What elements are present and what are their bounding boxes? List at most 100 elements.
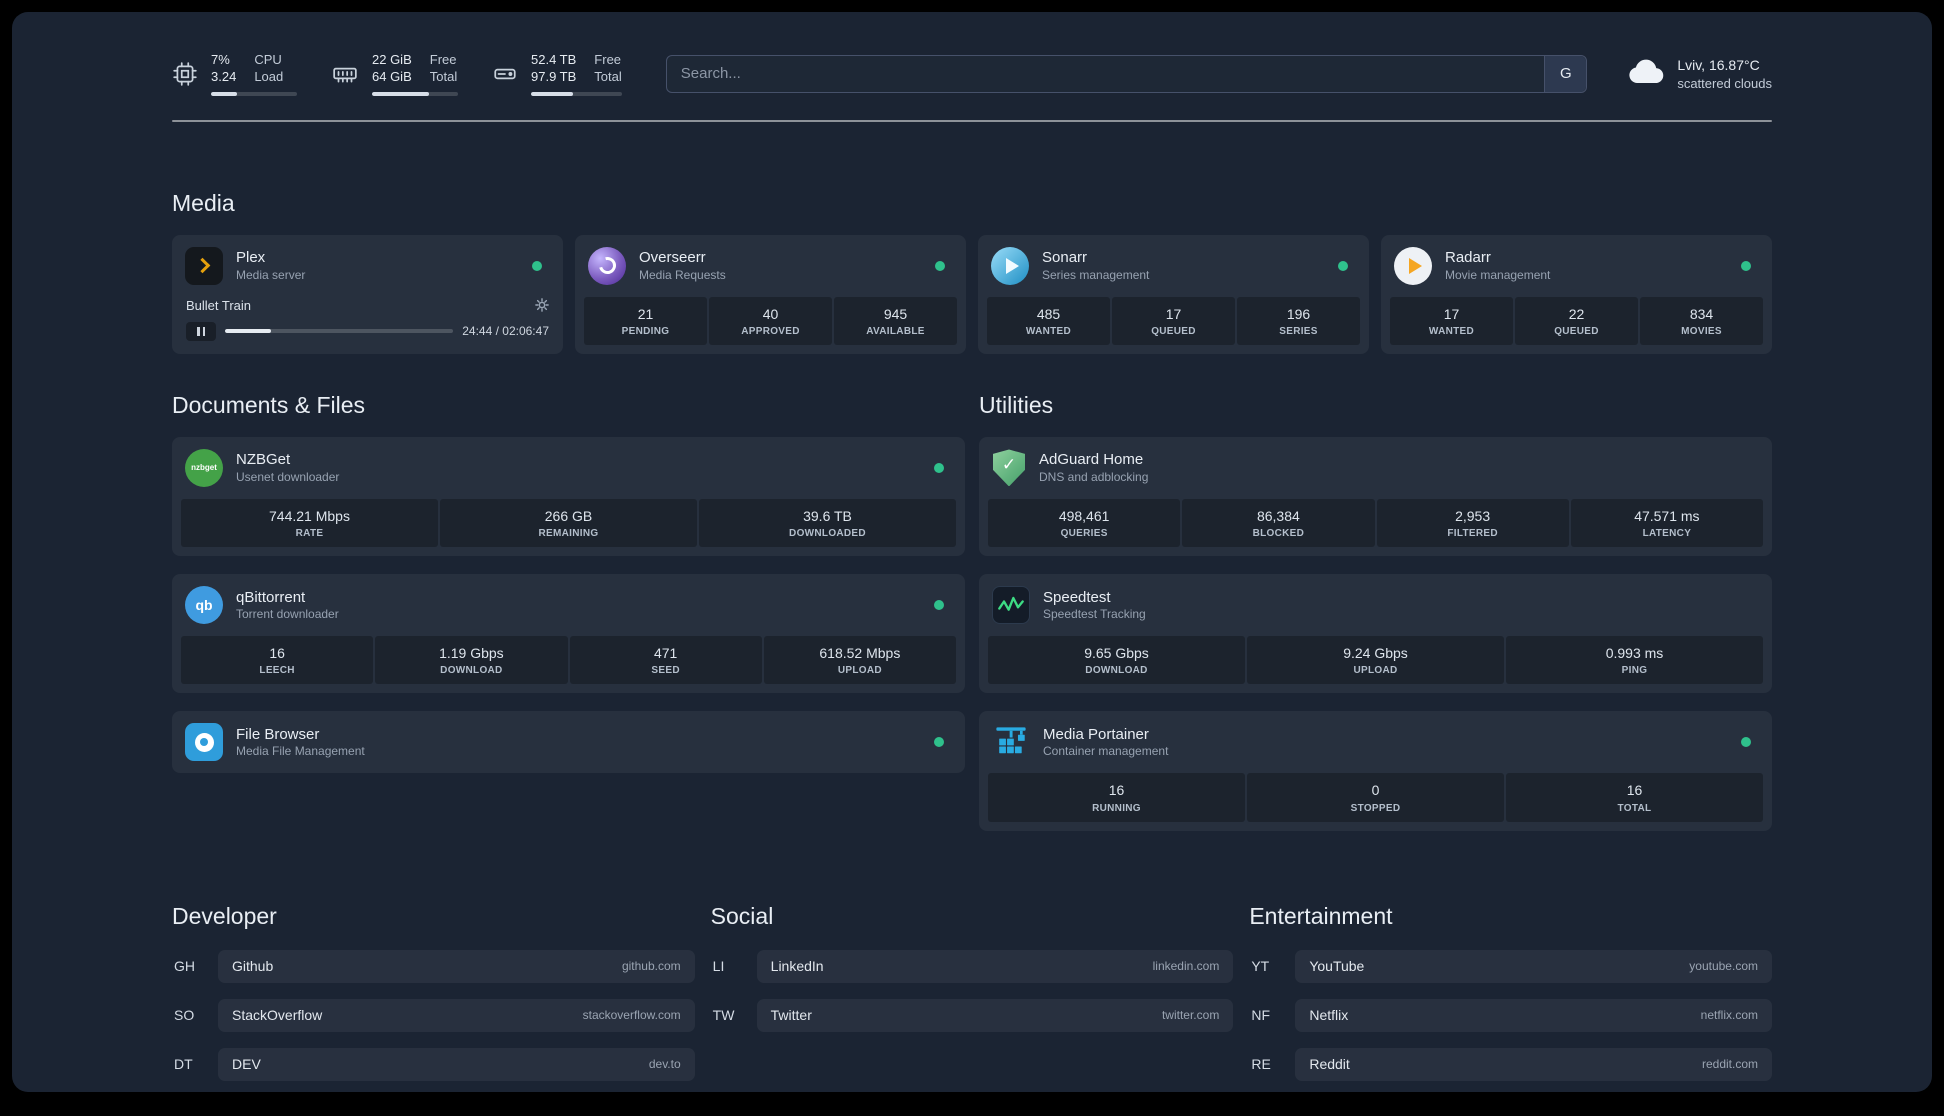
memory-widget: 22 GiB 64 GiB Free Total xyxy=(331,52,458,96)
bookmark-reddit: RE Reddit reddit.com xyxy=(1249,1047,1772,1081)
service-subtitle: Container management xyxy=(1043,744,1169,759)
stat-upload: 618.52 Mbps UPLOAD xyxy=(763,636,956,685)
bookmark-link[interactable]: LinkedIn linkedin.com xyxy=(756,949,1234,983)
stat-pending: 21 PENDING xyxy=(584,296,707,345)
service-card-plex[interactable]: Plex Media server Bullet Train 24:44 / 0… xyxy=(172,234,563,354)
bookmark-link[interactable]: Reddit reddit.com xyxy=(1295,1047,1772,1081)
status-dot xyxy=(1741,260,1751,271)
status-dot xyxy=(934,600,944,611)
homepage-dashboard: 7% 3.24 CPU Load 22 GiB 64 GiB Free Tota… xyxy=(12,12,1932,1092)
status-dot xyxy=(532,260,542,271)
disk-free-label: Free xyxy=(594,52,622,67)
memory-total-label: Total xyxy=(429,68,458,84)
playback-progress-bar[interactable] xyxy=(225,329,454,334)
service-card-sonarr[interactable]: Sonarr Series management 485 WANTED 17 Q… xyxy=(978,234,1369,354)
service-subtitle: Series management xyxy=(1042,267,1150,282)
status-dot xyxy=(1338,260,1348,271)
service-name: Plex xyxy=(236,249,266,267)
bookmark-abbr: SO xyxy=(174,1007,195,1024)
cpu-usage-value: 7% xyxy=(211,52,230,67)
search-provider-button[interactable]: G xyxy=(1544,55,1587,92)
bookmark-link[interactable]: Github github.com xyxy=(218,949,695,983)
service-card-portainer[interactable]: Media Portainer Container management 16 … xyxy=(979,711,1772,831)
weather-location: Lviv, 16.87°C xyxy=(1677,56,1760,73)
service-card-nzbget[interactable]: nzbget NZBGet Usenet downloader 744.21 M… xyxy=(172,436,965,557)
stat-download: 9.65 Gbps DOWNLOAD xyxy=(988,636,1245,685)
memory-progress-bar xyxy=(372,91,458,96)
plex-icon xyxy=(185,246,223,285)
bookmark-abbr: LI xyxy=(712,958,725,975)
search-input[interactable] xyxy=(665,54,1588,93)
service-card-adguard[interactable]: ✓ AdGuard Home DNS and adblocking 498,46… xyxy=(979,436,1772,557)
stat-latency: 47.571 ms LATENCY xyxy=(1570,498,1763,548)
stat-seed: 471 SEED xyxy=(569,636,762,685)
memory-icon xyxy=(331,61,359,87)
service-name: Overseerr xyxy=(639,249,706,267)
stat-queued: 22 QUEUED xyxy=(1515,296,1638,345)
resource-widgets: 7% 3.24 CPU Load 22 GiB 64 GiB Free Tota… xyxy=(172,52,622,96)
service-card-overseerr[interactable]: Overseerr Media Requests 21 PENDING 40 A… xyxy=(575,234,966,354)
cpu-label: CPU xyxy=(254,52,282,67)
bookmark-abbr: NF xyxy=(1251,1007,1270,1024)
service-card-radarr[interactable]: Radarr Movie management 17 WANTED 22 QUE… xyxy=(1381,234,1772,354)
stat-series: 196 SERIES xyxy=(1237,296,1360,345)
cpu-load-value: 3.24 xyxy=(211,68,237,84)
section-title-entertainment: Entertainment xyxy=(1249,902,1393,929)
bookmark-link[interactable]: Twitter twitter.com xyxy=(756,998,1234,1032)
status-dot xyxy=(934,462,944,473)
service-subtitle: Torrent downloader xyxy=(236,607,339,622)
service-card-qbittorrent[interactable]: qb qBittorrent Torrent downloader 16 LEE… xyxy=(172,574,965,694)
weather-widget: Lviv, 16.87°C scattered clouds xyxy=(1627,56,1772,92)
stat-leech: 16 LEECH xyxy=(181,636,374,685)
playback-time: 24:44 / 02:06:47 xyxy=(462,324,549,339)
disk-widget: 52.4 TB 97.9 TB Free Total xyxy=(492,52,622,96)
disk-icon xyxy=(492,61,518,87)
portainer-icon xyxy=(992,723,1030,761)
bookmark-dev: DT DEV dev.to xyxy=(172,1047,695,1081)
stat-upload: 9.24 Gbps UPLOAD xyxy=(1247,636,1504,685)
bookmark-abbr: TW xyxy=(712,1007,735,1024)
bookmark-link[interactable]: Netflix netflix.com xyxy=(1295,998,1772,1032)
section-utilities: Utilities ✓ AdGuard Home DNS and adblock… xyxy=(979,392,1772,831)
bookmark-youtube: YT YouTube youtube.com xyxy=(1249,949,1772,983)
section-title-media: Media xyxy=(172,189,235,216)
plex-now-playing: Bullet Train 24:44 / 02:06:47 xyxy=(181,296,554,345)
pause-button[interactable] xyxy=(186,321,216,341)
disk-total-label: Total xyxy=(594,68,622,84)
adguard-icon: ✓ xyxy=(992,449,1026,487)
stat-queued: 17 QUEUED xyxy=(1112,296,1235,345)
playback-progress-fill xyxy=(225,329,271,334)
service-card-speedtest[interactable]: Speedtest Speedtest Tracking 9.65 Gbps D… xyxy=(979,574,1772,694)
gear-icon[interactable] xyxy=(535,298,549,313)
bookmark-twitter: TW Twitter twitter.com xyxy=(711,998,1234,1032)
service-name: Media Portainer xyxy=(1043,725,1149,743)
now-playing-title: Bullet Train xyxy=(186,297,252,313)
stat-download: 1.19 Gbps DOWNLOAD xyxy=(375,636,568,685)
stat-downloaded: 39.6 TB DOWNLOADED xyxy=(699,498,956,548)
stat-rate: 744.21 Mbps RATE xyxy=(181,498,438,548)
bookmark-link[interactable]: DEV dev.to xyxy=(218,1047,695,1081)
filebrowser-icon xyxy=(185,723,223,762)
service-subtitle: Media server xyxy=(236,267,306,282)
service-name: Sonarr xyxy=(1042,249,1088,267)
stat-filtered: 2,953 FILTERED xyxy=(1376,498,1569,548)
cpu-load-label: Load xyxy=(254,68,284,84)
section-title-documents: Documents & Files xyxy=(172,391,366,418)
bookmark-netflix: NF Netflix netflix.com xyxy=(1249,998,1772,1032)
bookmark-abbr: RE xyxy=(1251,1056,1271,1073)
bookmark-github: GH Github github.com xyxy=(172,949,695,983)
section-title-developer: Developer xyxy=(172,902,277,929)
disk-total-value: 97.9 TB xyxy=(531,68,577,84)
bookmark-link[interactable]: StackOverflow stackoverflow.com xyxy=(218,998,695,1032)
bookmark-stackoverflow: SO StackOverflow stackoverflow.com xyxy=(172,998,695,1032)
stat-wanted: 17 WANTED xyxy=(1390,296,1513,345)
service-card-filebrowser[interactable]: File Browser Media File Management xyxy=(172,711,965,774)
bookmark-group-social: Social LI LinkedIn linkedin.com TW Twitt… xyxy=(711,903,1234,1092)
bookmark-link[interactable]: YouTube youtube.com xyxy=(1295,949,1772,983)
status-dot xyxy=(935,260,945,271)
service-subtitle: Media File Management xyxy=(236,744,365,759)
bookmark-linkedin: LI LinkedIn linkedin.com xyxy=(711,949,1234,983)
disk-progress-fill xyxy=(531,91,573,96)
service-subtitle: Usenet downloader xyxy=(236,469,340,484)
section-title-utilities: Utilities xyxy=(979,391,1054,418)
